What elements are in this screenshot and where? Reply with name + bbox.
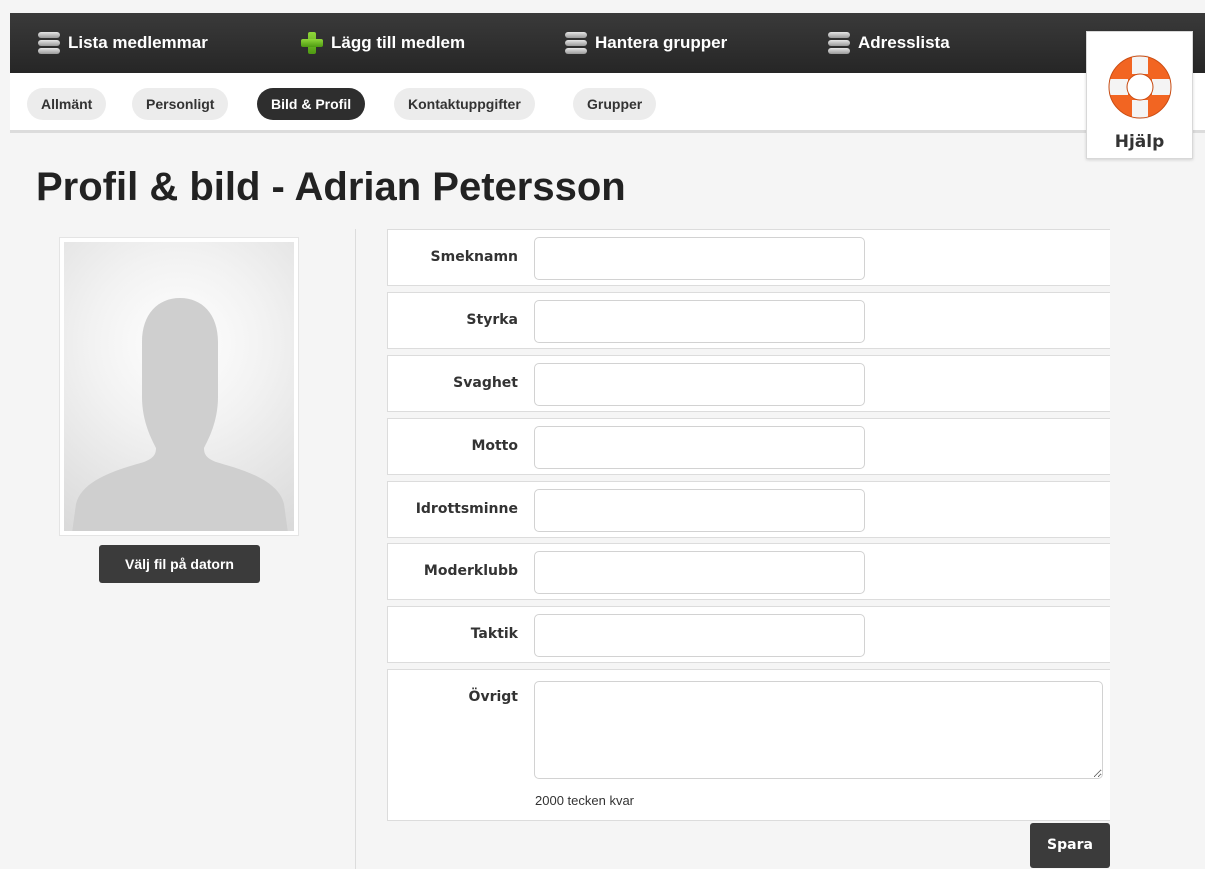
nav-item-label: Lägg till medlem xyxy=(331,33,466,52)
help-button[interactable]: Hjälp xyxy=(1086,31,1193,159)
save-button[interactable]: Spara xyxy=(1030,823,1110,868)
field-label: Taktik xyxy=(470,626,518,642)
page-title: Profil & bild - Adrian Petersson xyxy=(36,165,626,209)
form-row-idrottsminne: Idrottsminne xyxy=(387,481,1110,538)
nav-item-label: Lista medlemmar xyxy=(68,33,208,52)
smeknamn-input[interactable] xyxy=(534,237,865,280)
form-row-motto: Motto xyxy=(387,418,1110,475)
person-silhouette-icon xyxy=(72,298,288,531)
plus-icon xyxy=(301,32,323,54)
field-label: Smeknamn xyxy=(430,249,518,265)
form-row-styrka: Styrka xyxy=(387,292,1110,349)
taktik-input[interactable] xyxy=(534,614,865,657)
styrka-input[interactable] xyxy=(534,300,865,343)
field-label: Svaghet xyxy=(453,375,518,391)
field-label: Styrka xyxy=(466,312,518,328)
tab-kontaktuppgifter[interactable]: Kontaktuppgifter xyxy=(394,88,535,120)
svaghet-input[interactable] xyxy=(534,363,865,406)
motto-input[interactable] xyxy=(534,426,865,469)
help-label: Hjälp xyxy=(1114,132,1165,152)
moderklubb-input[interactable] xyxy=(534,551,865,594)
lifebuoy-icon xyxy=(1108,55,1172,119)
profile-photo xyxy=(59,237,299,536)
form-row-svaghet: Svaghet xyxy=(387,355,1110,412)
nav-item-lista-medlemmar[interactable]: Lista medlemmar xyxy=(38,13,208,73)
ovrigt-textarea[interactable] xyxy=(534,681,1103,779)
chars-left-counter: 2000 tecken kvar xyxy=(535,793,635,808)
field-label: Idrottsminne xyxy=(415,501,518,517)
form-row-smeknamn: Smeknamn xyxy=(387,229,1110,286)
list-stack-icon xyxy=(38,32,60,54)
tab-allmant[interactable]: Allmänt xyxy=(27,88,107,120)
field-label: Moderklubb xyxy=(423,563,518,579)
nav-item-lagg-till-medlem[interactable]: Lägg till medlem xyxy=(301,13,465,73)
list-stack-icon xyxy=(828,32,850,54)
top-nav-bar: Lista medlemmar Lägg till medlem Hantera… xyxy=(10,13,1205,73)
nav-item-hantera-grupper[interactable]: Hantera grupper xyxy=(565,13,727,73)
nav-item-adresslista[interactable]: Adresslista xyxy=(828,13,950,73)
form-row-ovrigt: Övrigt 2000 tecken kvar xyxy=(387,669,1110,821)
tab-bild-profil[interactable]: Bild & Profil xyxy=(257,88,366,120)
nav-item-label: Adresslista xyxy=(858,33,950,52)
form-row-moderklubb: Moderklubb xyxy=(387,543,1110,600)
field-label: Övrigt xyxy=(468,689,518,705)
tab-grupper[interactable]: Grupper xyxy=(573,88,657,120)
choose-file-button[interactable]: Välj fil på datorn xyxy=(99,545,260,583)
list-stack-icon xyxy=(565,32,587,54)
idrottsminne-input[interactable] xyxy=(534,489,865,532)
form-row-taktik: Taktik xyxy=(387,606,1110,663)
column-divider xyxy=(355,229,356,869)
sub-tab-bar: Allmänt Personligt Bild & Profil Kontakt… xyxy=(10,73,1205,133)
field-label: Motto xyxy=(471,438,518,454)
nav-item-label: Hantera grupper xyxy=(595,33,728,52)
tab-personligt[interactable]: Personligt xyxy=(132,88,229,120)
